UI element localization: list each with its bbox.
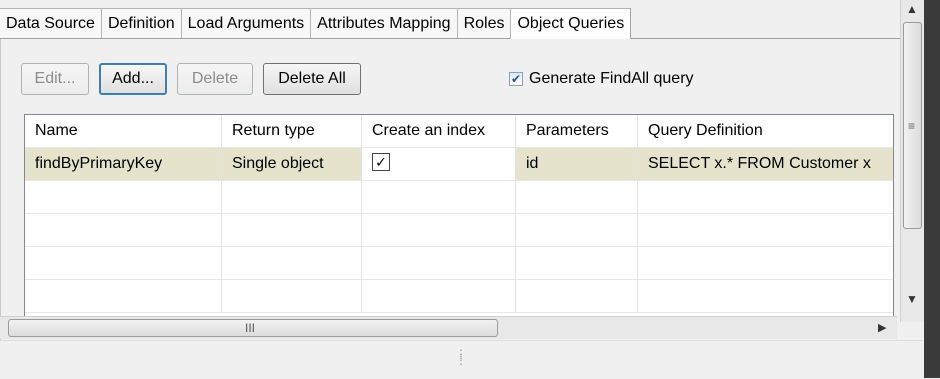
table-row-empty <box>25 214 893 247</box>
generate-findall-checkbox[interactable]: ✔ Generate FindAll query <box>509 67 694 91</box>
table-row-empty <box>25 181 893 214</box>
object-queries-panel: Edit... Add... Delete Delete All ✔ Gener… <box>0 39 901 356</box>
horizontal-scroll-thumb[interactable]: III <box>8 319 498 337</box>
table-row-empty <box>25 280 893 313</box>
column-header-create-index[interactable]: Create an index <box>362 115 516 147</box>
tab-attributes-mapping[interactable]: Attributes Mapping <box>310 8 457 38</box>
tab-data-source[interactable]: Data Source <box>0 8 101 38</box>
column-header-name[interactable]: Name <box>25 115 222 147</box>
splitter-bar[interactable]: ⋮ ⋮ <box>0 340 923 379</box>
tab-definition[interactable]: Definition <box>100 8 181 38</box>
splitter-grip-icon: ⋮ ⋮ <box>455 347 467 367</box>
scroll-right-arrow-icon[interactable]: ▶ <box>878 321 886 334</box>
tab-roles[interactable]: Roles <box>456 8 511 38</box>
cell-return-type[interactable]: Single object <box>222 148 362 180</box>
grip-icon: ≡ <box>908 119 916 133</box>
generate-findall-label: Generate FindAll query <box>529 70 694 87</box>
table-row-empty <box>25 247 893 280</box>
tab-load-arguments[interactable]: Load Arguments <box>180 8 311 38</box>
delete-button[interactable]: Delete <box>177 63 253 95</box>
table-header-row: Name Return type Create an index Paramet… <box>25 115 893 148</box>
tab-object-queries[interactable]: Object Queries <box>510 8 632 40</box>
column-header-query-definition[interactable]: Query Definition <box>638 115 893 147</box>
horizontal-scrollbar[interactable]: III ▶ <box>0 316 897 339</box>
cell-create-index[interactable]: ✓ <box>362 148 516 180</box>
window-edge <box>924 0 940 378</box>
grip-label: III <box>245 321 256 335</box>
cell-query-definition[interactable]: SELECT x.* FROM Customer x <box>638 148 893 180</box>
create-index-checkbox[interactable]: ✓ <box>372 153 390 172</box>
column-header-return-type[interactable]: Return type <box>222 115 362 147</box>
column-header-parameters[interactable]: Parameters <box>516 115 638 147</box>
tab-bar: Data Source Definition Load Arguments At… <box>0 8 900 40</box>
table-row[interactable]: findByPrimaryKey Single object ✓ id SELE… <box>25 148 893 181</box>
scroll-down-arrow-icon[interactable]: ▼ <box>906 292 918 306</box>
vertical-scroll-thumb[interactable]: ≡ <box>903 22 922 229</box>
delete-all-button[interactable]: Delete All <box>263 63 361 95</box>
checkbox-checked-icon[interactable]: ✔ <box>509 72 523 86</box>
cell-parameters[interactable]: id <box>516 148 638 180</box>
cell-name[interactable]: findByPrimaryKey <box>25 148 222 180</box>
vertical-scrollbar[interactable]: ▲ ≡ ▼ <box>900 0 924 322</box>
queries-table: Name Return type Create an index Paramet… <box>24 114 894 318</box>
scroll-up-arrow-icon[interactable]: ▲ <box>906 2 918 16</box>
edit-button[interactable]: Edit... <box>21 63 89 95</box>
add-button[interactable]: Add... <box>99 63 167 95</box>
